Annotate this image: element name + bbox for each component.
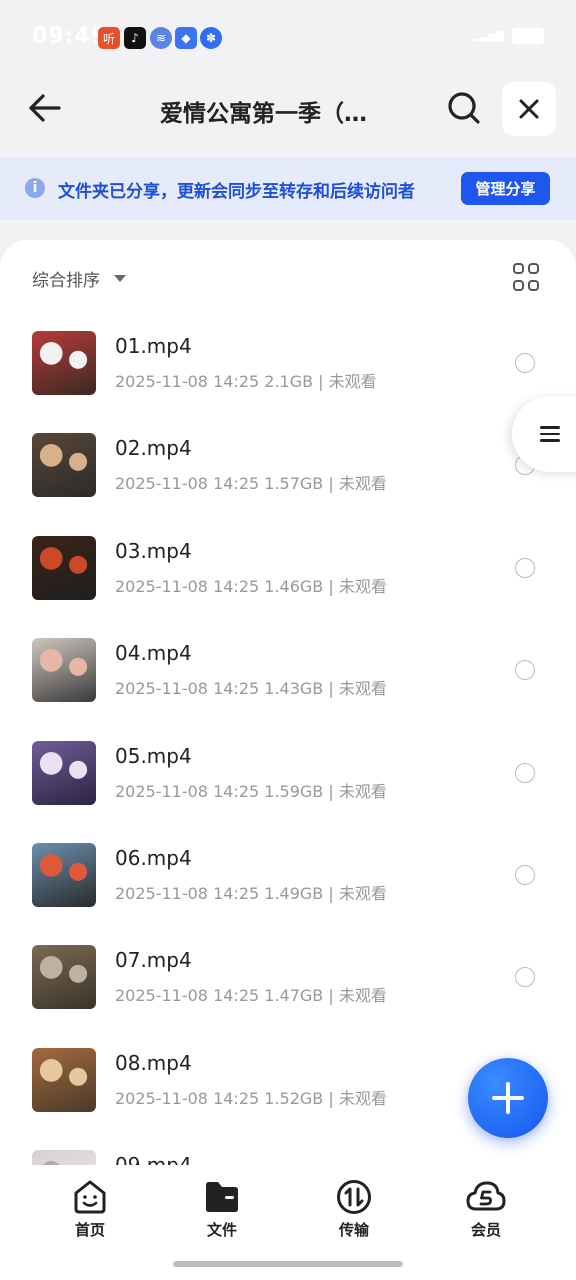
file-meta: 2025-11-08 14:25 2.1GB | 未观看 (115, 372, 377, 391)
search-button[interactable] (444, 88, 484, 128)
file-meta: 2025-11-08 14:25 1.49GB | 未观看 (115, 884, 387, 903)
banner-text: 文件夹已分享，更新会同步至转存和后续访问者 (58, 182, 415, 202)
video-thumbnail (32, 843, 96, 907)
signal-icon: ▂▃▅▇ (473, 30, 504, 42)
grid-icon-cell (528, 280, 539, 291)
file-name: 02.mp4 (115, 436, 192, 461)
folder-icon (206, 1182, 238, 1212)
nav-transfer-label: 传输 (338, 1221, 369, 1239)
info-icon: i (25, 178, 45, 198)
select-radio[interactable] (515, 865, 535, 885)
bottom-nav: 首页 文件 传输 会员 (0, 1165, 576, 1280)
sort-label: 综合排序 (32, 271, 100, 291)
file-name: 09.mp4 (115, 1153, 192, 1165)
nav-files-label: 文件 (206, 1221, 237, 1239)
nav-files[interactable]: 文件 (182, 1179, 262, 1240)
video-thumbnail (32, 433, 96, 498)
battery-icon (512, 28, 544, 44)
file-name: 08.mp4 (115, 1050, 192, 1075)
header: 爱情公寓第一季（… (0, 76, 576, 146)
grid-icon-cell (528, 263, 539, 274)
file-row[interactable]: 03.mp4 2025-11-08 14:25 1.46GB | 未观看 (0, 535, 576, 638)
sort-dropdown[interactable]: 综合排序 (32, 266, 126, 291)
file-name: 04.mp4 (115, 641, 192, 666)
file-name: 07.mp4 (115, 948, 192, 973)
tiktok-icon: ♪ (124, 27, 146, 49)
video-thumbnail (32, 1047, 96, 1112)
video-thumbnail (32, 1150, 96, 1165)
browser-app-icon: ◆ (175, 27, 197, 49)
close-button[interactable] (502, 82, 556, 136)
file-name: 06.mp4 (115, 846, 192, 870)
file-name: 01.mp4 (115, 334, 192, 358)
video-thumbnail (32, 740, 96, 805)
nav-home[interactable]: 首页 (50, 1179, 130, 1240)
select-radio[interactable] (515, 557, 535, 578)
file-meta: 2025-11-08 14:25 1.43GB | 未观看 (115, 679, 387, 699)
status-time: 09:49 (32, 24, 108, 49)
caret-down-icon (114, 275, 126, 282)
nav-vip-label: 会员 (470, 1221, 501, 1239)
file-meta: 2025-11-08 14:25 1.46GB | 未观看 (115, 576, 387, 596)
select-radio[interactable] (515, 967, 535, 988)
baidu-icon: ✽ (200, 27, 222, 49)
grid-icon-cell (513, 280, 524, 291)
transfer-icon (337, 1180, 371, 1214)
ting-app-icon: 听 (98, 27, 120, 49)
home-indicator[interactable] (173, 1261, 403, 1267)
manage-share-button[interactable]: 管理分享 (461, 172, 550, 205)
add-button[interactable] (468, 1058, 548, 1138)
nav-vip[interactable]: 会员 (446, 1179, 526, 1240)
grid-icon-cell (513, 263, 524, 274)
file-row[interactable]: 09.mp4 (0, 1150, 576, 1165)
file-row[interactable]: 07.mp4 2025-11-08 14:25 1.47GB | 未观看 (0, 945, 576, 1047)
menu-lines-icon (540, 422, 560, 446)
stlt-app-icon: ≋ (150, 27, 172, 49)
video-thumbnail (32, 535, 96, 600)
plus-icon (492, 1082, 524, 1114)
file-meta: 2025-11-08 14:25 1.47GB | 未观看 (115, 986, 387, 1006)
file-name: 03.mp4 (115, 538, 192, 563)
select-radio[interactable] (515, 762, 535, 783)
status-bar: 09:49 听 ♪ ≋ ◆ ✽ ▂▃▅▇ (0, 0, 576, 76)
search-icon (448, 92, 480, 124)
grid-view-button[interactable] (513, 263, 543, 293)
arrow-left-icon (29, 94, 61, 122)
file-list-card: 综合排序 01.mp4 2025-11-08 14:25 2.1GB | 未观看 0… (0, 240, 576, 1165)
file-name: 05.mp4 (115, 743, 192, 768)
file-row[interactable]: 01.mp4 2025-11-08 14:25 2.1GB | 未观看 (0, 331, 576, 433)
nav-transfer[interactable]: 传输 (314, 1179, 394, 1240)
nav-home-label: 首页 (74, 1221, 105, 1239)
video-thumbnail (32, 638, 96, 703)
file-row[interactable]: 02.mp4 2025-11-08 14:25 1.57GB | 未观看 (0, 433, 576, 535)
page-title: 爱情公寓第一季（… (160, 101, 367, 127)
file-meta: 2025-11-08 14:25 1.52GB | 未观看 (115, 1088, 387, 1108)
file-meta: 2025-11-08 14:25 1.59GB | 未观看 (115, 781, 387, 801)
file-row[interactable]: 04.mp4 2025-11-08 14:25 1.43GB | 未观看 (0, 638, 576, 740)
file-row[interactable]: 05.mp4 2025-11-08 14:25 1.59GB | 未观看 (0, 740, 576, 843)
close-icon (519, 99, 539, 119)
status-indicators: ▂▃▅▇ (473, 28, 544, 44)
select-radio[interactable] (515, 353, 535, 373)
select-radio[interactable] (515, 660, 535, 681)
cloud-vip-icon (466, 1181, 506, 1211)
video-thumbnail (32, 331, 96, 395)
video-thumbnail (32, 945, 96, 1010)
file-meta: 2025-11-08 14:25 1.57GB | 未观看 (115, 474, 387, 494)
file-row[interactable]: 06.mp4 2025-11-08 14:25 1.49GB | 未观看 (0, 843, 576, 945)
home-face-icon (74, 1180, 106, 1214)
back-button[interactable] (24, 88, 64, 128)
